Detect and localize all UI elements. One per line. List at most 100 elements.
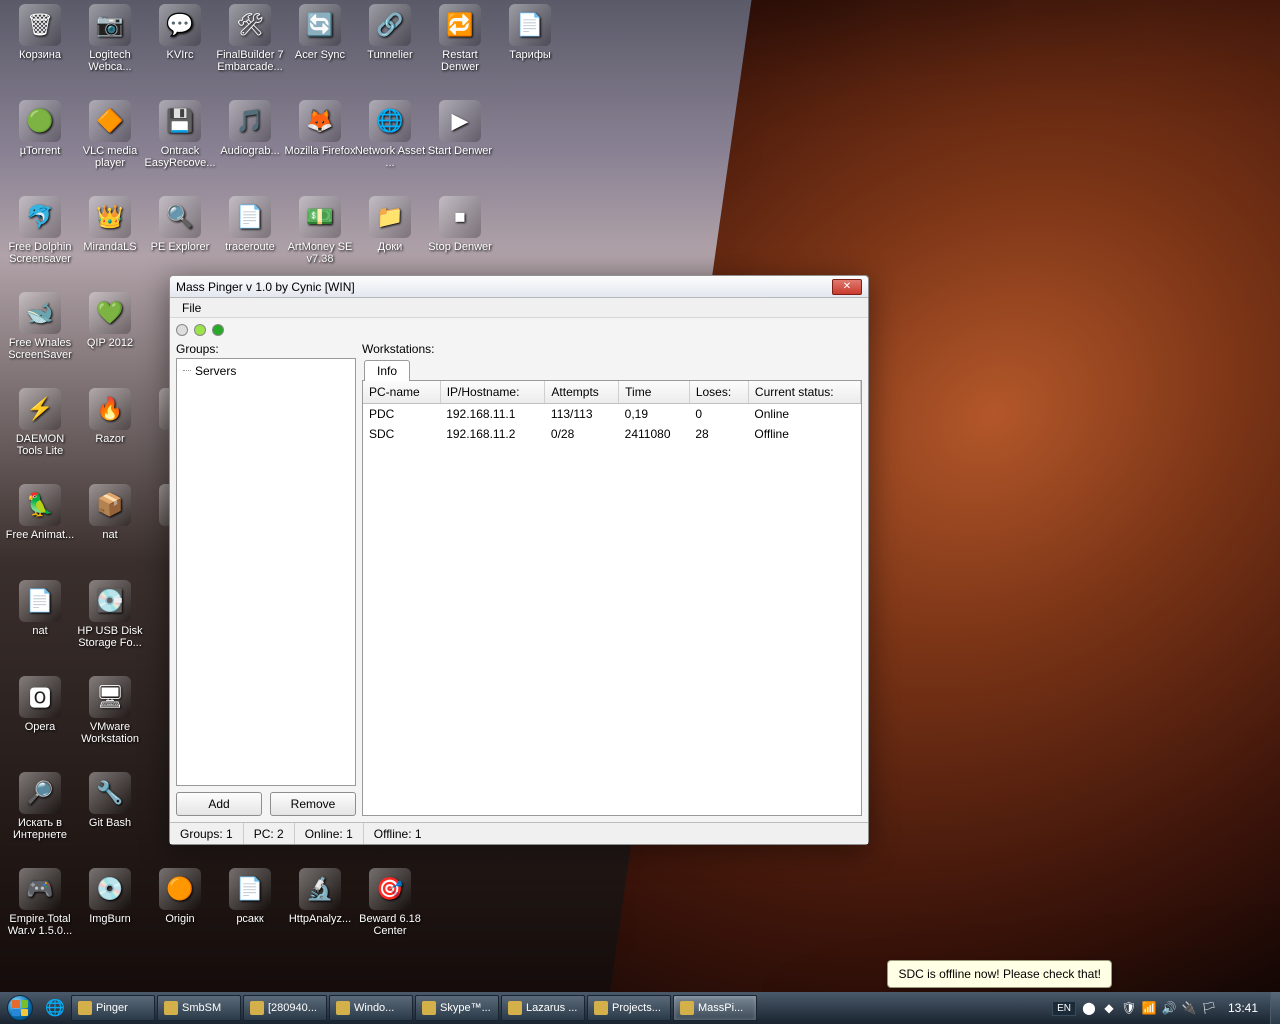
desktop-icon[interactable]: 📄traceroute bbox=[212, 196, 288, 253]
icon-label: PE Explorer bbox=[142, 241, 218, 253]
table-row[interactable]: PDC192.168.11.1113/1130,190Online bbox=[363, 404, 861, 425]
column-header[interactable]: Loses: bbox=[689, 381, 748, 404]
icon-label: HP USB Disk Storage Fo... bbox=[72, 625, 148, 649]
desktop-icon[interactable]: ⚡DAEMON Tools Lite bbox=[2, 388, 78, 457]
desktop-icon[interactable]: 🅾Opera bbox=[2, 676, 78, 733]
add-button[interactable]: Add bbox=[176, 792, 262, 816]
desktop-icon[interactable]: 🟢µTorrent bbox=[2, 100, 78, 157]
desktop-icon[interactable]: 🔎Искать в Интернете bbox=[2, 772, 78, 841]
desktop-icon[interactable]: 💚QIP 2012 bbox=[72, 292, 148, 349]
tray-power-icon[interactable]: 🔌 bbox=[1182, 1001, 1196, 1015]
desktop-icon[interactable]: 🟠Origin bbox=[142, 868, 218, 925]
desktop-icon[interactable]: 🔍PE Explorer bbox=[142, 196, 218, 253]
app-icon: ⏹ bbox=[439, 196, 481, 238]
tree-item-servers[interactable]: Servers bbox=[181, 363, 351, 379]
icon-label: VLC media player bbox=[72, 145, 148, 169]
desktop-icon[interactable]: 🎯Beward 6.18 Center bbox=[352, 868, 428, 937]
desktop-icon[interactable]: 🔬HttpAnalyz... bbox=[282, 868, 358, 925]
tray-app-icon[interactable]: ⬤ bbox=[1082, 1001, 1096, 1015]
desktop-icon[interactable]: 📄рсакк bbox=[212, 868, 288, 925]
desktop-icon[interactable]: 🌐Network Asset ... bbox=[352, 100, 428, 169]
workstations-table[interactable]: PC-nameIP/Hostname:AttemptsTimeLoses:Cur… bbox=[362, 380, 862, 816]
tray-nvidia-icon[interactable]: ◆ bbox=[1102, 1001, 1116, 1015]
taskbar-button[interactable]: Skype™... bbox=[415, 995, 499, 1021]
desktop-icon[interactable]: ⏹Stop Denwer bbox=[422, 196, 498, 253]
desktop-icon[interactable]: 🦜Free Animat... bbox=[2, 484, 78, 541]
desktop-icon[interactable]: 🐋Free Whales ScreenSaver bbox=[2, 292, 78, 361]
taskbar-app-icon bbox=[680, 1001, 694, 1015]
language-indicator[interactable]: EN bbox=[1052, 1001, 1076, 1016]
desktop-icon[interactable]: 🎵Audiograb... bbox=[212, 100, 288, 157]
tray-shield-icon[interactable]: 🛡 bbox=[1122, 1001, 1136, 1015]
taskbar-label: SmbSM bbox=[182, 1002, 221, 1014]
desktop-icon[interactable]: 🔥Razor bbox=[72, 388, 148, 445]
cell: 0,19 bbox=[619, 404, 690, 425]
cell: 28 bbox=[689, 424, 748, 444]
start-button[interactable] bbox=[0, 992, 40, 1024]
desktop-icon[interactable]: 🐬Free Dolphin Screensaver bbox=[2, 196, 78, 265]
titlebar[interactable]: Mass Pinger v 1.0 by Cynic [WIN] ✕ bbox=[170, 276, 868, 298]
show-desktop-button[interactable] bbox=[1270, 992, 1280, 1024]
groups-tree[interactable]: Servers bbox=[176, 358, 356, 786]
desktop-icon[interactable]: 💽HP USB Disk Storage Fo... bbox=[72, 580, 148, 649]
desktop-icon[interactable]: 🔧Git Bash bbox=[72, 772, 148, 829]
icon-label: Доки bbox=[352, 241, 428, 253]
taskbar-button[interactable]: Pinger bbox=[71, 995, 155, 1021]
tab-bar: Info bbox=[362, 359, 862, 381]
icon-label: Tunnelier bbox=[352, 49, 428, 61]
desktop-icon[interactable]: 🔗Tunnelier bbox=[352, 4, 428, 61]
desktop-icon[interactable]: 🔶VLC media player bbox=[72, 100, 148, 169]
desktop-icon[interactable]: 🔄Acer Sync bbox=[282, 4, 358, 61]
taskbar-button[interactable]: Windo... bbox=[329, 995, 413, 1021]
taskbar-app-icon bbox=[422, 1001, 436, 1015]
desktop-icon[interactable]: 🔁Restart Denwer bbox=[422, 4, 498, 73]
desktop-icon[interactable]: 📦nat bbox=[72, 484, 148, 541]
column-header[interactable]: Time bbox=[619, 381, 690, 404]
table-row[interactable]: SDC192.168.11.20/28241108028Offline bbox=[363, 424, 861, 444]
status-dot-grey-icon[interactable] bbox=[176, 324, 188, 336]
desktop-icon[interactable]: 🗑Корзина bbox=[2, 4, 78, 61]
desktop-icon[interactable]: 💾Ontrack EasyRecove... bbox=[142, 100, 218, 169]
icon-label: Start Denwer bbox=[422, 145, 498, 157]
icon-label: DAEMON Tools Lite bbox=[2, 433, 78, 457]
tab-info[interactable]: Info bbox=[364, 360, 410, 381]
column-header[interactable]: Current status: bbox=[748, 381, 860, 404]
desktop-icon[interactable]: 📄nat bbox=[2, 580, 78, 637]
taskbar-button[interactable]: MassPi... bbox=[673, 995, 757, 1021]
remove-button[interactable]: Remove bbox=[270, 792, 356, 816]
tray-volume-icon[interactable]: 🔊 bbox=[1162, 1001, 1176, 1015]
taskbar-button[interactable]: Lazarus ... bbox=[501, 995, 585, 1021]
desktop-icon[interactable]: ▶Start Denwer bbox=[422, 100, 498, 157]
close-button[interactable]: ✕ bbox=[832, 279, 862, 295]
column-header[interactable]: IP/Hostname: bbox=[440, 381, 545, 404]
app-icon: 🎵 bbox=[229, 100, 271, 142]
desktop-icon[interactable]: 💬KVIrc bbox=[142, 4, 218, 61]
desktop-icon[interactable]: 📄Тарифы bbox=[492, 4, 568, 61]
status-dot-lime-icon[interactable] bbox=[194, 324, 206, 336]
desktop-icon[interactable]: 🖥VMware Workstation bbox=[72, 676, 148, 745]
status-dot-green-icon[interactable] bbox=[212, 324, 224, 336]
desktop-icon[interactable]: 💵ArtMoney SE v7.38 bbox=[282, 196, 358, 265]
pinned-ie-icon[interactable]: 🌐 bbox=[40, 994, 70, 1022]
clock[interactable]: 13:41 bbox=[1222, 1001, 1264, 1015]
status-groups: Groups: 1 bbox=[170, 823, 244, 844]
column-header[interactable]: PC-name bbox=[363, 381, 440, 404]
desktop-icon[interactable]: 🎮Empire.Total War.v 1.5.0... bbox=[2, 868, 78, 937]
desktop-icon[interactable]: 🦊Mozilla Firefox bbox=[282, 100, 358, 157]
menu-file[interactable]: File bbox=[176, 299, 207, 317]
column-header[interactable]: Attempts bbox=[545, 381, 619, 404]
taskbar-button[interactable]: Projects... bbox=[587, 995, 671, 1021]
tray-notification[interactable]: SDC is offline now! Please check that! bbox=[887, 960, 1112, 988]
desktop-icon[interactable]: 💿ImgBurn bbox=[72, 868, 148, 925]
app-icon: 🎮 bbox=[19, 868, 61, 910]
desktop-icon[interactable]: 🛠FinalBuilder 7 Embarcade... bbox=[212, 4, 288, 73]
desktop-icon[interactable]: 📁Доки bbox=[352, 196, 428, 253]
desktop-icon[interactable]: 👑MirandaLS bbox=[72, 196, 148, 253]
taskbar-button[interactable]: [280940... bbox=[243, 995, 327, 1021]
taskbar-button[interactable]: SmbSM bbox=[157, 995, 241, 1021]
tray-flag-icon[interactable]: 🏳 bbox=[1202, 1001, 1216, 1015]
desktop-icon[interactable]: 📷Logitech Webca... bbox=[72, 4, 148, 73]
tray-network-icon[interactable]: 📶 bbox=[1142, 1001, 1156, 1015]
system-tray: EN ⬤ ◆ 🛡 📶 🔊 🔌 🏳 13:41 bbox=[1046, 1001, 1270, 1016]
app-icon: 📄 bbox=[509, 4, 551, 46]
